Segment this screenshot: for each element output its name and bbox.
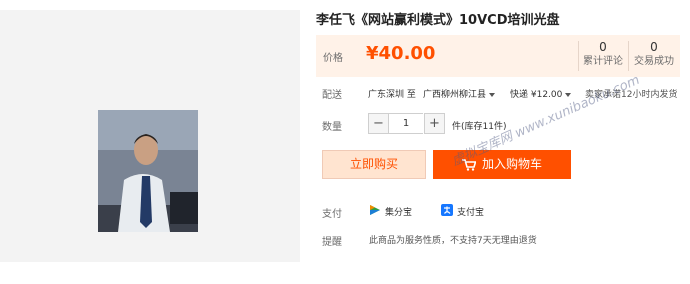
quantity-label: 数量: [322, 122, 342, 133]
sales-count: 0: [650, 40, 658, 54]
buy-now-button[interactable]: 立即购买: [322, 150, 426, 179]
shipping-text: 快递 ¥12.00: [510, 90, 563, 100]
notice-text: 此商品为服务性质，不支持7天无理由退货: [369, 236, 537, 246]
sales-count-stat[interactable]: 0 交易成功: [629, 39, 679, 69]
review-count: 0: [599, 40, 607, 54]
notice-label: 提醒: [322, 237, 342, 248]
product-gallery: [0, 10, 300, 262]
price-panel: 价格 ¥40.00 0 累计评论 0 交易成功: [316, 35, 680, 77]
chevron-down-icon: [565, 92, 572, 97]
increase-quantity-button[interactable]: +: [424, 113, 445, 134]
payment-method-jifenbao: 集分宝: [385, 208, 413, 218]
payment-method-alipay: 支付宝: [457, 208, 485, 218]
jifenbao-icon: [370, 205, 380, 215]
decrease-quantity-button[interactable]: −: [368, 113, 389, 134]
review-count-stat[interactable]: 0 累计评论: [578, 39, 628, 69]
alipay-icon: [441, 204, 453, 216]
product-image[interactable]: [98, 110, 198, 232]
product-title: 李任飞《网站赢利模式》10VCD培训光盘: [316, 13, 560, 28]
quantity-input[interactable]: 1: [389, 113, 423, 134]
price-value: ¥40.00: [366, 43, 436, 64]
price-label: 价格: [323, 53, 343, 64]
review-label: 累计评论: [583, 56, 623, 67]
sales-label: 交易成功: [634, 56, 674, 67]
delivery-destination[interactable]: 广西柳州柳江县: [423, 87, 496, 100]
payment-label: 支付: [322, 209, 342, 220]
delivery-destination-text: 广西柳州柳江县: [423, 90, 487, 100]
shipping-select[interactable]: 快递 ¥12.00: [510, 87, 572, 100]
chevron-down-icon: [489, 92, 496, 97]
delivery-label: 配送: [322, 90, 342, 101]
add-to-cart-label: 加入购物车: [481, 157, 542, 171]
delivery-from: 广东深圳 至: [368, 90, 416, 100]
